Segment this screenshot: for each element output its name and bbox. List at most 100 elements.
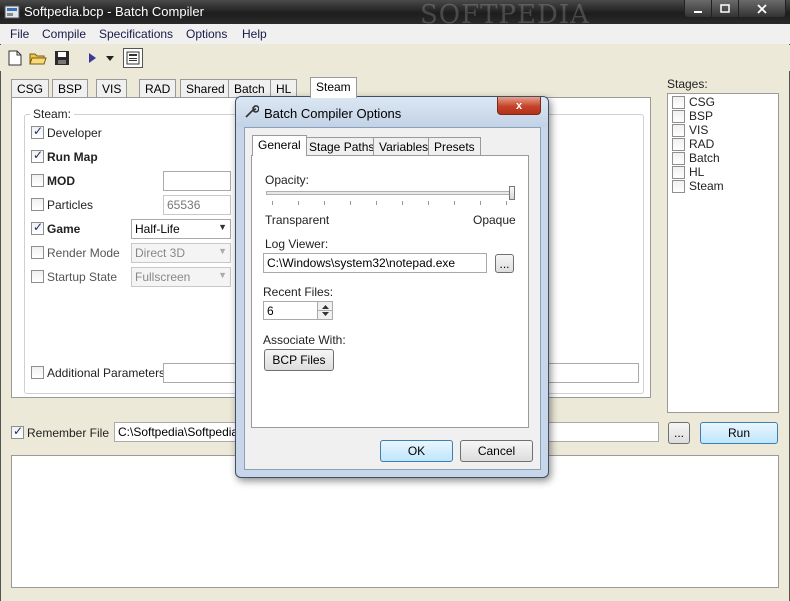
particles-checkbox[interactable] xyxy=(31,198,44,211)
dialog-tab-presets[interactable]: Presets xyxy=(428,137,481,156)
run-icon[interactable] xyxy=(82,48,102,68)
startup-state-checkbox[interactable] xyxy=(31,270,44,283)
run-map-checkbox[interactable]: ✓ xyxy=(31,148,44,163)
slider-tick xyxy=(428,201,429,205)
remember-file-checkbox[interactable]: ✓ xyxy=(11,424,24,439)
slider-tick xyxy=(402,201,403,205)
dialog-tab-general[interactable]: General xyxy=(252,135,307,156)
menu-options[interactable]: Options xyxy=(186,27,227,41)
open-folder-icon[interactable] xyxy=(28,48,48,68)
developer-checkbox[interactable]: ✓ xyxy=(31,124,44,139)
dropdown-icon[interactable] xyxy=(100,48,120,68)
mod-checkbox[interactable] xyxy=(31,174,44,187)
menu-specifications[interactable]: Specifications xyxy=(99,27,173,41)
slider-tick xyxy=(454,201,455,205)
stage-checkbox[interactable] xyxy=(672,138,685,151)
tab-rad[interactable]: RAD xyxy=(139,79,177,98)
tab-vis[interactable]: VIS xyxy=(96,79,128,98)
associate-label: Associate With: xyxy=(263,333,346,347)
stage-checkbox[interactable] xyxy=(672,166,685,179)
close-icon xyxy=(757,3,767,14)
log-viewer-browse-button[interactable]: ... xyxy=(495,254,514,273)
log-viewer-input[interactable]: C:\Windows\system32\notepad.exe xyxy=(263,253,487,273)
slider-tick xyxy=(298,201,299,205)
mod-input[interactable] xyxy=(163,171,231,191)
slider-tick xyxy=(376,201,377,205)
close-button[interactable] xyxy=(738,0,786,18)
tab-shared[interactable]: Shared xyxy=(180,79,231,98)
stage-label: VIS xyxy=(689,123,709,137)
render-mode-select[interactable]: Direct 3D ▼ xyxy=(131,243,231,263)
stage-label: CSG xyxy=(689,95,716,109)
stage-label: Steam xyxy=(689,179,724,193)
stage-checkbox[interactable] xyxy=(672,152,685,165)
dialog-close-button[interactable]: x xyxy=(497,97,541,115)
tab-steam[interactable]: Steam xyxy=(310,77,357,98)
tab-csg[interactable]: CSG xyxy=(11,79,50,98)
log-viewer-label: Log Viewer: xyxy=(265,237,329,251)
startup-state-select-value: Fullscreen xyxy=(135,270,191,284)
stage-label: Batch xyxy=(689,151,720,165)
opacity-slider-track[interactable] xyxy=(266,191,514,195)
app-icon xyxy=(4,4,20,20)
render-mode-checkbox[interactable] xyxy=(31,246,44,259)
stages-label: Stages: xyxy=(667,77,708,91)
mod-label: MOD xyxy=(47,174,75,188)
tab-bsp[interactable]: BSP xyxy=(52,79,89,98)
opacity-slider-thumb[interactable] xyxy=(509,186,515,200)
minimize-button[interactable] xyxy=(684,0,712,18)
stage-label: RAD xyxy=(689,137,715,151)
stages-list: CSG BSP VIS RAD Batch HL Steam xyxy=(667,93,779,413)
remember-file-label: Remember File xyxy=(27,426,110,440)
game-select[interactable]: Half-Life ▼ xyxy=(131,219,231,239)
chevron-down-icon: ▼ xyxy=(218,246,227,256)
maximize-button[interactable] xyxy=(711,0,739,18)
new-file-icon[interactable] xyxy=(5,48,25,68)
opacity-label: Opacity: xyxy=(265,173,310,187)
stage-label: BSP xyxy=(689,109,714,123)
save-icon[interactable] xyxy=(52,48,72,68)
stage-checkbox[interactable] xyxy=(672,110,685,123)
stage-checkbox[interactable] xyxy=(672,180,685,193)
slider-tick xyxy=(272,201,273,205)
browse-button[interactable]: ... xyxy=(668,422,690,444)
dialog-tab-stage-paths[interactable]: Stage Paths xyxy=(303,137,381,156)
cancel-button[interactable]: Cancel xyxy=(460,440,533,462)
run-map-label: Run Map xyxy=(47,150,98,164)
additional-params-label: Additional Parameters xyxy=(47,366,166,380)
dialog-title: Batch Compiler Options xyxy=(264,106,402,121)
bcp-files-button[interactable]: BCP Files xyxy=(264,349,334,371)
dialog-tab-variables[interactable]: Variables xyxy=(373,137,435,156)
additional-params-checkbox[interactable] xyxy=(31,366,44,379)
render-mode-select-value: Direct 3D xyxy=(135,246,186,260)
run-button[interactable]: Run xyxy=(700,422,778,444)
wrench-icon xyxy=(243,104,260,120)
developer-label: Developer xyxy=(47,126,102,140)
stage-checkbox[interactable] xyxy=(672,96,685,109)
opacity-max-label: Opaque xyxy=(473,213,516,227)
menu-bar: File Compile Specifications Options Help xyxy=(0,24,790,44)
game-checkbox[interactable]: ✓ xyxy=(31,220,44,235)
chevron-down-icon: ▼ xyxy=(218,270,227,280)
stepper-buttons[interactable] xyxy=(317,302,333,319)
menu-help[interactable]: Help xyxy=(242,27,267,41)
steam-group-label: Steam: xyxy=(30,107,75,121)
slider-tick xyxy=(350,201,351,205)
game-label: Game xyxy=(47,222,81,236)
menu-compile[interactable]: Compile xyxy=(42,27,86,41)
particles-input[interactable]: 65536 xyxy=(163,195,231,215)
startup-state-select[interactable]: Fullscreen ▼ xyxy=(131,267,231,287)
slider-tick xyxy=(506,201,507,205)
ok-button[interactable]: OK xyxy=(380,440,453,462)
particles-label: Particles xyxy=(47,198,94,212)
close-icon: x xyxy=(515,99,523,112)
menu-file[interactable]: File xyxy=(10,27,29,41)
chevron-down-icon: ▼ xyxy=(218,222,227,232)
stage-label: HL xyxy=(689,165,705,179)
slider-tick xyxy=(324,201,325,205)
options-icon[interactable] xyxy=(123,48,143,68)
stage-checkbox[interactable] xyxy=(672,124,685,137)
opacity-min-label: Transparent xyxy=(265,213,330,227)
startup-state-label: Startup State xyxy=(47,270,118,284)
render-mode-label: Render Mode xyxy=(47,246,120,260)
